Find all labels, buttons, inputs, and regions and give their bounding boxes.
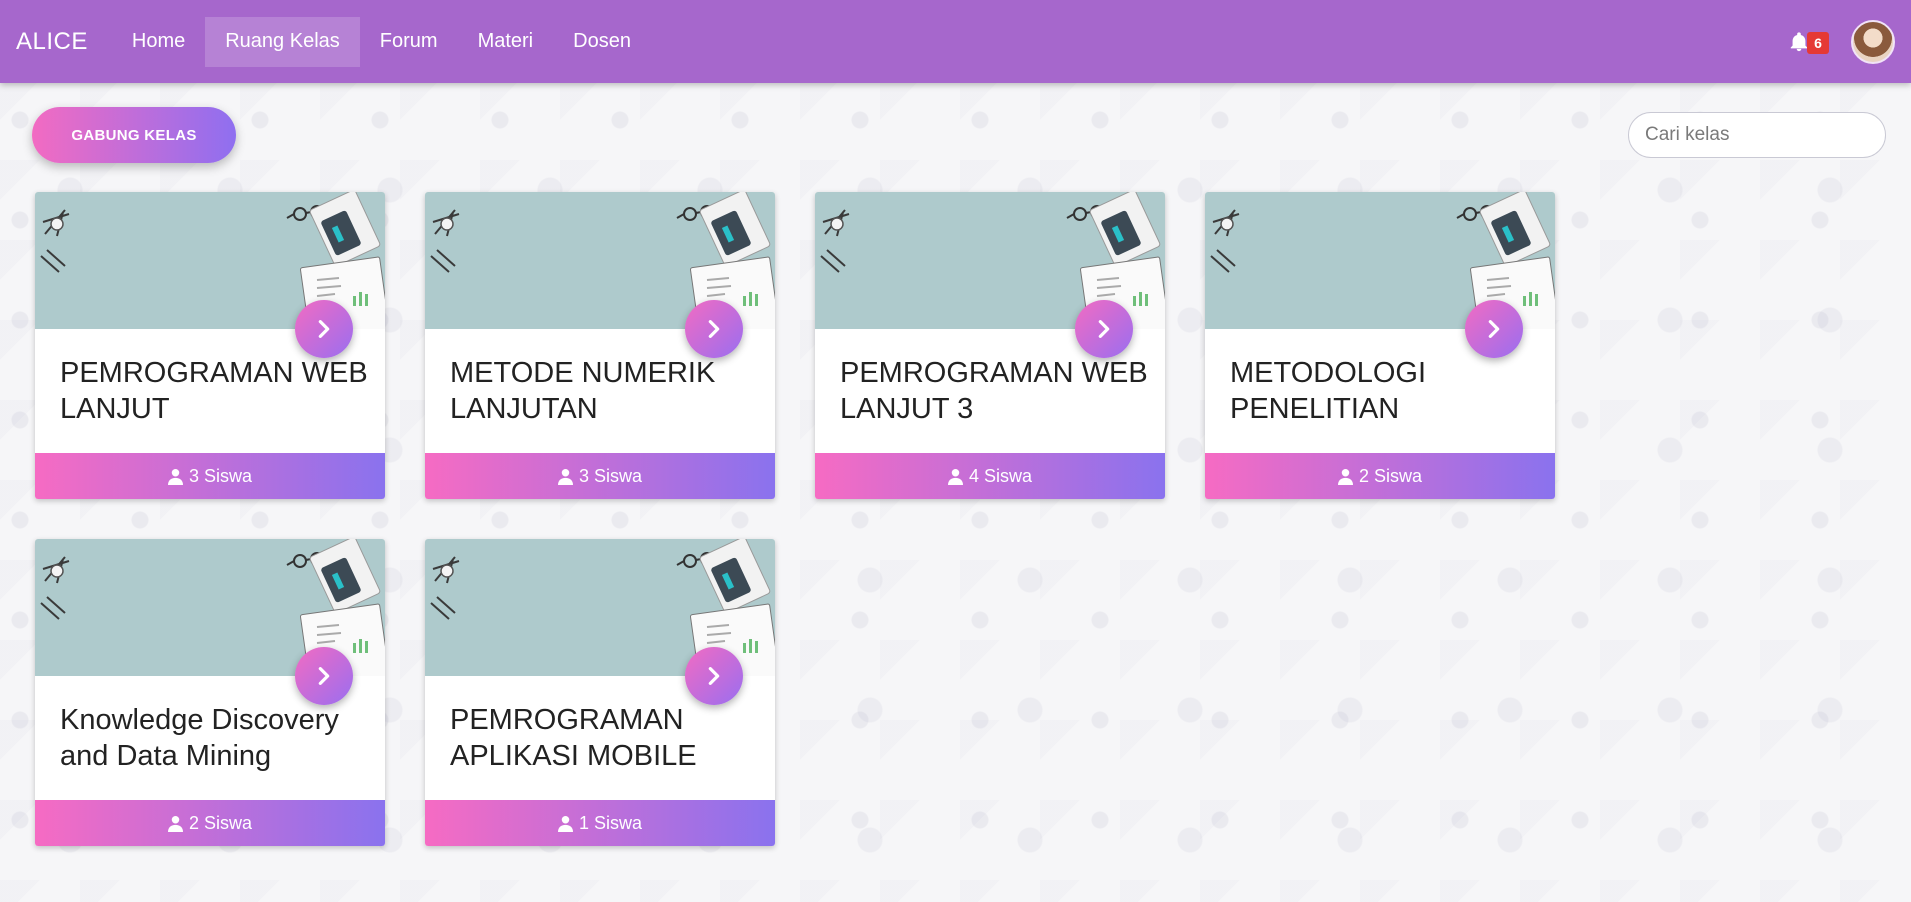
class-student-count: 2 Siswa	[35, 800, 385, 846]
class-student-count: 4 Siswa	[815, 453, 1165, 499]
class-card[interactable]: PEMROGRAMAN APLIKASI MOBILE 1 Siswa	[425, 539, 775, 846]
chevron-right-icon	[318, 667, 330, 685]
open-class-button[interactable]	[295, 300, 353, 358]
class-title: Knowledge Discovery and Data Mining	[60, 704, 339, 772]
top-navbar: ALICE Home Ruang Kelas Forum Materi Dose…	[0, 0, 1911, 83]
user-icon	[167, 468, 183, 485]
nav-home[interactable]: Home	[112, 17, 205, 67]
chevron-right-icon	[1098, 320, 1110, 338]
nav-links: Home Ruang Kelas Forum Materi Dosen	[112, 0, 651, 83]
open-class-button[interactable]	[295, 647, 353, 705]
chevron-right-icon	[708, 667, 720, 685]
user-icon	[947, 468, 963, 485]
class-card[interactable]: METODOLOGI PENELITIAN 2 Siswa	[1205, 192, 1555, 499]
user-avatar[interactable]	[1851, 19, 1895, 64]
class-student-count: 2 Siswa	[1205, 453, 1555, 499]
class-title: PEMROGRAMAN WEB LANJUT 3	[840, 357, 1148, 425]
notification-button[interactable]: 6	[1779, 22, 1829, 62]
open-class-button[interactable]	[685, 647, 743, 705]
brand-logo[interactable]: ALICE	[16, 28, 88, 56]
student-count-label: 2 Siswa	[1358, 465, 1423, 486]
notification-badge: 6	[1807, 31, 1829, 54]
class-card[interactable]: METODE NUMERIK LANJUTAN 3 Siswa	[425, 192, 775, 499]
student-count-label: 4 Siswa	[968, 465, 1033, 486]
nav-ruang-kelas[interactable]: Ruang Kelas	[205, 16, 360, 67]
class-student-count: 1 Siswa	[425, 800, 775, 846]
nav-right: 6	[1779, 0, 1895, 83]
student-count-label: 2 Siswa	[188, 812, 253, 833]
class-card[interactable]: PEMROGRAMAN WEB LANJUT 3 Siswa	[35, 192, 385, 499]
nav-materi[interactable]: Materi	[458, 17, 554, 67]
open-class-button[interactable]	[1075, 300, 1133, 358]
chevron-right-icon	[1488, 320, 1500, 338]
user-icon	[557, 468, 573, 485]
class-student-count: 3 Siswa	[425, 453, 775, 499]
user-icon	[167, 815, 183, 832]
open-class-button[interactable]	[1465, 300, 1523, 358]
nav-forum[interactable]: Forum	[360, 17, 458, 67]
student-count-label: 3 Siswa	[188, 465, 253, 486]
student-count-label: 1 Siswa	[578, 812, 643, 833]
user-icon	[1337, 468, 1353, 485]
chevron-right-icon	[708, 320, 720, 338]
class-title: METODOLOGI PENELITIAN	[1230, 357, 1427, 425]
class-card[interactable]: PEMROGRAMAN WEB LANJUT 3 4 Siswa	[815, 192, 1165, 499]
class-card[interactable]: Knowledge Discovery and Data Mining 2 Si…	[35, 539, 385, 846]
open-class-button[interactable]	[685, 300, 743, 358]
student-count-label: 3 Siswa	[578, 465, 643, 486]
nav-dosen[interactable]: Dosen	[553, 17, 651, 67]
class-title: PEMROGRAMAN APLIKASI MOBILE	[450, 704, 697, 772]
class-title: PEMROGRAMAN WEB LANJUT	[60, 357, 368, 425]
search-class-input[interactable]	[1628, 112, 1886, 158]
class-student-count: 3 Siswa	[35, 453, 385, 499]
join-class-button[interactable]: GABUNG KELAS	[32, 107, 236, 163]
chevron-right-icon	[318, 320, 330, 338]
user-icon	[557, 815, 573, 832]
class-title: METODE NUMERIK LANJUTAN	[450, 357, 716, 425]
